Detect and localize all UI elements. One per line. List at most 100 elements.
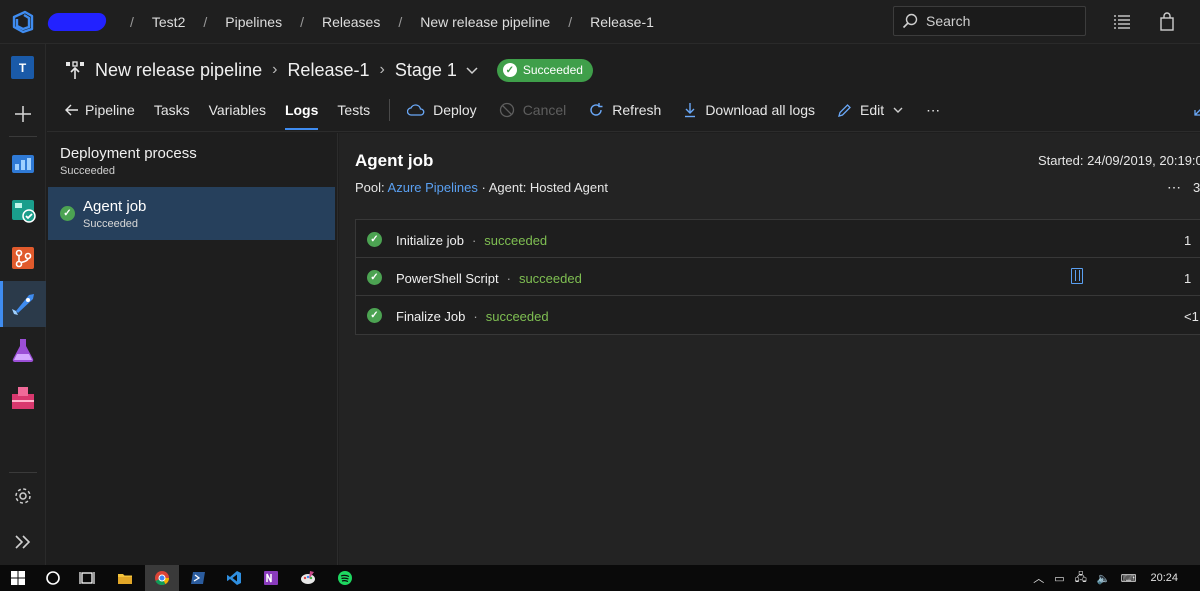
tab-tasks[interactable]: Tasks xyxy=(154,96,190,124)
step-name: Finalize Job xyxy=(396,309,466,324)
add-icon[interactable] xyxy=(9,100,37,128)
success-check-icon: ✓ xyxy=(367,232,382,247)
cancel-label: Cancel xyxy=(522,102,567,118)
cortana-search-icon[interactable] xyxy=(45,570,61,586)
shopping-bag-icon[interactable] xyxy=(1157,12,1177,32)
expand-diagonal-icon[interactable] xyxy=(1194,106,1200,116)
overview-icon[interactable] xyxy=(9,150,37,178)
tab-variables[interactable]: Variables xyxy=(209,96,266,124)
pipelines-icon[interactable] xyxy=(9,290,37,318)
expand-icon[interactable] xyxy=(9,528,37,556)
step-duration: 1 xyxy=(1184,233,1192,248)
pipeline-name[interactable]: New release pipeline xyxy=(95,60,262,81)
view-log-icon[interactable] xyxy=(1071,268,1083,284)
onenote-icon[interactable] xyxy=(263,570,279,586)
network-icon[interactable]: 🖧 xyxy=(1075,569,1087,588)
status-badge-label: Succeeded xyxy=(522,63,583,77)
step-name: PowerShell Script xyxy=(396,271,499,286)
tab-tests[interactable]: Tests xyxy=(337,96,370,124)
job-step-row[interactable]: ✓ Finalize Job · succeeded <1 xyxy=(356,296,1200,334)
chevron-down-icon xyxy=(893,107,903,113)
task-view-icon[interactable] xyxy=(79,570,95,586)
test-plans-icon[interactable] xyxy=(9,336,37,364)
job-pool-info: Pool: Azure Pipelines · Agent: Hosted Ag… xyxy=(355,180,608,195)
refresh-icon xyxy=(590,103,603,116)
status-badge: ✓ Succeeded xyxy=(496,58,593,82)
windows-start-icon[interactable] xyxy=(10,570,26,586)
check-icon: ✓ xyxy=(502,63,517,77)
clock[interactable]: 20:24 xyxy=(1150,572,1178,584)
release-header: New release pipeline › Release-1 › Stage… xyxy=(47,44,1200,132)
breadcrumb-pipelines[interactable]: Pipelines xyxy=(221,14,286,30)
repos-icon[interactable] xyxy=(9,244,37,272)
cloud-icon xyxy=(407,104,425,116)
project-avatar[interactable]: T xyxy=(11,56,34,79)
keyboard-icon[interactable]: ⌨ xyxy=(1121,572,1137,585)
refresh-label: Refresh xyxy=(612,102,662,118)
tab-logs[interactable]: Logs xyxy=(284,96,319,130)
more-actions-button[interactable]: ⋯ xyxy=(926,102,940,119)
tab-bar: Pipeline Tasks Variables Logs Tests Depl… xyxy=(65,96,962,130)
pool-label: Pool: xyxy=(355,180,385,195)
deployment-process-status: Succeeded xyxy=(60,165,116,177)
chevron-right-icon: › xyxy=(379,61,385,78)
tab-pipeline[interactable]: Pipeline xyxy=(65,96,135,124)
stage-name[interactable]: Stage 1 xyxy=(395,60,457,81)
edit-label: Edit xyxy=(860,102,885,118)
spotify-icon[interactable] xyxy=(337,570,353,586)
volume-icon[interactable]: 🔈 xyxy=(1097,572,1111,585)
agent-job-status: Succeeded xyxy=(83,218,139,230)
agent-info: · Agent: Hosted Agent xyxy=(481,180,608,195)
release-name[interactable]: Release-1 xyxy=(287,60,369,81)
deploy-label: Deploy xyxy=(433,102,477,118)
deploy-button[interactable]: Deploy xyxy=(407,102,477,118)
more-options-button[interactable]: ⋯ xyxy=(1167,179,1181,196)
download-logs-button[interactable]: Download all logs xyxy=(683,102,815,118)
chevron-down-icon[interactable] xyxy=(465,63,479,77)
release-title-row: New release pipeline › Release-1 › Stage… xyxy=(65,56,593,84)
breadcrumb-release[interactable]: Release-1 xyxy=(586,14,658,30)
deployment-process-title: Deployment process xyxy=(60,145,197,162)
step-duration: 1 xyxy=(1184,271,1192,286)
top-bar: / Test2 / Pipelines / Releases / New rel… xyxy=(0,0,1200,44)
deployment-process-panel: Deployment process Succeeded ✓ Agent job… xyxy=(47,133,338,565)
settings-icon[interactable] xyxy=(9,482,37,510)
vscode-icon[interactable] xyxy=(226,570,242,586)
search-box[interactable]: Search xyxy=(893,6,1086,36)
release-pipeline-icon xyxy=(66,61,84,79)
job-step-row[interactable]: ✓ PowerShell Script · succeeded 1 xyxy=(356,258,1200,296)
pool-link[interactable]: Azure Pipelines xyxy=(388,180,478,195)
breadcrumb-project[interactable]: Test2 xyxy=(148,14,189,30)
success-check-icon: ✓ xyxy=(367,308,382,323)
boards-icon[interactable] xyxy=(9,196,37,224)
show-hidden-icons[interactable]: ︿ xyxy=(1033,570,1044,586)
step-result: succeeded xyxy=(485,309,549,324)
paint-icon[interactable] xyxy=(300,570,316,586)
tab-pipeline-label: Pipeline xyxy=(85,102,135,118)
deployment-process-item[interactable]: Deployment process Succeeded xyxy=(60,145,197,177)
agent-job-item[interactable]: ✓ Agent job Succeeded xyxy=(48,187,335,240)
back-arrow-icon xyxy=(65,104,78,116)
download-icon xyxy=(685,103,696,118)
organization-name-redacted[interactable] xyxy=(46,13,108,31)
breadcrumb-pipeline[interactable]: New release pipeline xyxy=(416,14,554,30)
toolbar-divider xyxy=(389,99,391,121)
step-result: succeeded xyxy=(518,271,582,286)
cancel-button[interactable]: Cancel xyxy=(499,102,567,118)
breadcrumb-releases[interactable]: Releases xyxy=(318,14,384,30)
azure-devops-window: / Test2 / Pipelines / Releases / New rel… xyxy=(0,0,1200,565)
edit-button[interactable]: Edit xyxy=(837,102,904,118)
file-explorer-icon[interactable] xyxy=(117,570,133,586)
pencil-icon xyxy=(838,103,851,117)
powershell-icon[interactable] xyxy=(190,570,206,586)
chrome-icon[interactable] xyxy=(154,570,170,586)
job-steps-list: ✓ Initialize job · succeeded 1 ✓ PowerShel… xyxy=(355,219,1200,335)
battery-icon[interactable]: ▭ xyxy=(1054,572,1064,585)
artifacts-icon[interactable] xyxy=(9,384,37,412)
refresh-button[interactable]: Refresh xyxy=(588,102,661,118)
task-list-icon[interactable] xyxy=(1112,12,1132,32)
azure-devops-logo-icon[interactable] xyxy=(11,10,35,34)
job-details: Agent job Pool: Azure Pipelines · Agent:… xyxy=(339,133,1200,565)
job-step-row[interactable]: ✓ Initialize job · succeeded 1 xyxy=(356,220,1200,258)
agent-job-title: Agent job xyxy=(83,198,147,215)
